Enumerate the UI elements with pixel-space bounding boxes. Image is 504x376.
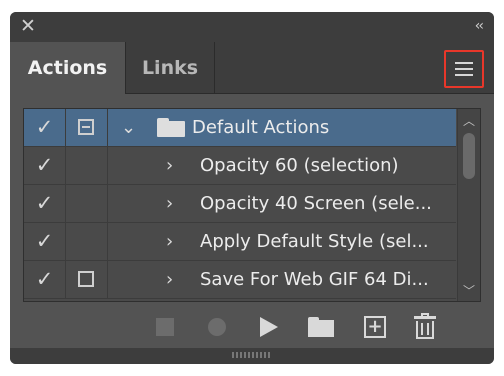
scrollbar-thumb[interactable] — [463, 133, 475, 179]
toggle-item-checkmark-icon[interactable]: ✓ — [24, 147, 66, 184]
chevron-right-icon[interactable]: › — [166, 185, 173, 222]
toggle-item-checkmark-icon[interactable]: ✓ — [24, 185, 66, 222]
hamburger-menu-icon — [455, 68, 473, 70]
stop-playing-icon[interactable] — [156, 318, 174, 336]
toggle-item-checkmark-icon[interactable]: ✓ — [24, 109, 66, 146]
action-row[interactable]: ✓ › Opacity 60 (selection) — [24, 147, 456, 185]
toggle-item-checkmark-icon[interactable]: ✓ — [24, 223, 66, 260]
action-row[interactable]: ✓ › Save For Web GIF 64 Di... — [24, 261, 456, 299]
action-row[interactable]: ✓ › Apply Default Style (sel... — [24, 223, 456, 261]
toggle-item-checkmark-icon[interactable]: ✓ — [24, 261, 66, 298]
panel-resize-bar[interactable] — [10, 348, 494, 364]
close-icon[interactable]: ✕ — [20, 16, 36, 36]
folder-icon — [157, 118, 185, 137]
play-selection-icon[interactable] — [260, 317, 278, 337]
hamburger-menu-icon — [455, 62, 473, 64]
panel-tab-row: Actions Links — [10, 42, 494, 94]
actions-panel: ✕ ‹‹ Actions Links ✓ ⌄ Default Actions ✓… — [10, 12, 494, 364]
resize-grip-icon[interactable] — [232, 352, 272, 358]
hamburger-menu-icon — [455, 74, 473, 76]
chevron-right-icon[interactable]: › — [166, 147, 173, 184]
toggle-dialog-cell[interactable] — [66, 223, 108, 260]
action-label: Opacity 60 (selection) — [200, 155, 399, 176]
actions-list[interactable]: ✓ ⌄ Default Actions ✓ › Opacity 60 (sele… — [23, 108, 481, 302]
chevron-right-icon[interactable]: › — [166, 223, 173, 260]
create-new-action-icon[interactable]: + — [364, 316, 386, 338]
tab-links[interactable]: Links — [125, 42, 215, 94]
collapse-panel-icon[interactable]: ‹‹ — [475, 18, 484, 34]
panel-menu-button[interactable] — [444, 50, 484, 88]
toggle-dialog-cell[interactable] — [66, 147, 108, 184]
scroll-down-icon[interactable]: ﹀ — [462, 282, 476, 299]
list-scrollbar[interactable]: ︿ ﹀ — [457, 109, 480, 301]
dialog-partial-icon — [78, 119, 94, 135]
panel-titlebar: ✕ ‹‹ — [10, 12, 494, 42]
action-label: Save For Web GIF 64 Di... — [200, 269, 429, 290]
action-label: Opacity 40 Screen (sele... — [200, 193, 432, 214]
toggle-dialog-cell[interactable] — [66, 261, 108, 298]
action-set-row[interactable]: ✓ ⌄ Default Actions — [24, 109, 456, 147]
create-new-set-icon[interactable] — [308, 317, 334, 337]
tab-actions[interactable]: Actions — [10, 42, 125, 94]
action-label: Apply Default Style (sel... — [200, 231, 429, 252]
scroll-up-icon[interactable]: ︿ — [462, 112, 476, 129]
chevron-down-icon[interactable]: ⌄ — [121, 109, 136, 146]
action-row[interactable]: ✓ › Opacity 40 Screen (sele... — [24, 185, 456, 223]
begin-recording-icon[interactable] — [208, 318, 226, 336]
dialog-on-icon — [78, 271, 94, 287]
action-set-label: Default Actions — [192, 117, 330, 138]
toggle-dialog-cell[interactable] — [66, 109, 108, 146]
toggle-dialog-cell[interactable] — [66, 185, 108, 222]
delete-selection-icon[interactable] — [414, 313, 436, 339]
chevron-right-icon[interactable]: › — [166, 261, 173, 298]
